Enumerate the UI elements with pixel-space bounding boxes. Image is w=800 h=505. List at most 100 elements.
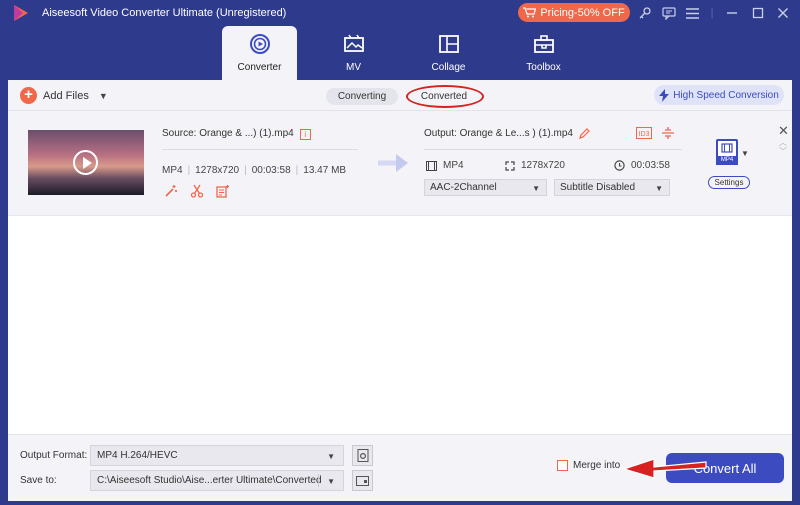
main-tabs: Converter MV Collage Toolbox [0, 26, 800, 80]
output-format-meta: MP4 [426, 160, 464, 171]
output-format-value: MP4 H.264/HEVC [97, 450, 178, 461]
clock-icon [614, 160, 625, 171]
enhance-icon[interactable] [216, 184, 230, 198]
play-icon[interactable] [73, 150, 98, 175]
compress-icon[interactable] [660, 127, 676, 139]
chevron-down-icon[interactable]: ﹀ [779, 146, 787, 157]
open-folder-button[interactable] [352, 470, 373, 491]
title-bar: Aiseesoft Video Converter Ultimate (Unre… [0, 0, 800, 26]
source-name-text: Source: Orange & ...) (1).mp4 [162, 128, 294, 139]
output-format-label: Output Format: [20, 450, 88, 461]
tab-label: Converter [237, 62, 282, 73]
resize-icon [505, 160, 515, 171]
cart-icon [523, 7, 537, 18]
folder-icon [356, 476, 369, 486]
bottom-bar: Output Format: MP4 H.264/HEVC ▼ Save to:… [8, 434, 792, 501]
save-to-value: C:\Aiseesoft Studio\Aise...erter Ultimat… [97, 475, 322, 486]
mv-icon [344, 34, 364, 52]
source-format: MP4 [162, 165, 183, 176]
divider [424, 149, 682, 150]
file-row: Source: Orange & ...) (1).mp4 i MP4 | 1278… [8, 111, 792, 216]
source-size: 13.47 MB [303, 165, 347, 176]
add-files-button[interactable]: + Add Files ▼ [20, 87, 108, 104]
merge-label: Merge into [573, 460, 621, 471]
output-name-text: Output: Orange & Le...s ) (1).mp4 [424, 128, 573, 139]
audio-track-value: AAC-2Channel [430, 182, 497, 193]
source-resolution: 1278x720 [195, 165, 240, 176]
minimize-icon[interactable] [723, 4, 741, 22]
collage-icon [439, 35, 459, 53]
format-settings-button[interactable] [352, 445, 373, 466]
key-icon[interactable] [636, 4, 654, 22]
output-icons: ID3 [636, 127, 676, 139]
converter-toolbar: + Add Files ▼ Converting Converted High … [8, 80, 792, 111]
subtitle-dropdown[interactable]: Subtitle Disabled ▼ [554, 179, 670, 196]
merge-option[interactable]: Merge into [557, 460, 620, 471]
info-icon[interactable]: i [299, 129, 311, 140]
output-resolution: 1278x720 [521, 160, 565, 171]
lightning-icon [659, 88, 670, 102]
id3-tag-icon[interactable]: ID3 [636, 127, 652, 139]
output-resolution-meta: 1278x720 [505, 160, 565, 171]
close-icon[interactable] [774, 4, 792, 22]
app-logo-icon [14, 5, 28, 21]
scissors-icon[interactable] [190, 184, 204, 198]
tab-label: Toolbox [526, 62, 561, 73]
source-duration: 00:03:58 [251, 165, 291, 176]
output-format: MP4 [443, 160, 464, 171]
tab-collage[interactable]: Collage [411, 26, 486, 80]
chevron-down-icon: ▼ [655, 184, 663, 193]
toolbox-icon [534, 35, 554, 53]
converter-icon [250, 34, 270, 54]
add-files-label: Add Files [43, 89, 89, 102]
arrow-right-icon [378, 154, 408, 172]
tab-converter[interactable]: Converter [222, 26, 297, 80]
video-thumbnail[interactable] [28, 130, 144, 195]
output-duration-meta: 00:03:58 [614, 160, 670, 171]
maximize-icon[interactable] [749, 4, 767, 22]
tab-label: Collage [431, 62, 466, 73]
chat-icon[interactable] [660, 4, 678, 22]
subtitle-value: Subtitle Disabled [560, 182, 636, 193]
settings-button[interactable]: Settings [708, 176, 750, 189]
high-speed-label: High Speed Conversion [673, 89, 779, 101]
save-to-select[interactable]: C:\Aiseesoft Studio\Aise...erter Ultimat… [90, 470, 344, 491]
converter-panel: + Add Files ▼ Converting Converted High … [8, 80, 792, 501]
chevron-down-icon: ▼ [327, 452, 335, 461]
audio-track-dropdown[interactable]: AAC-2Channel ▼ [424, 179, 547, 196]
source-meta: MP4 | 1278x720 | 00:03:58 | 13.47 MB [162, 165, 347, 176]
divider [318, 474, 319, 487]
edit-pencil-icon[interactable] [579, 128, 590, 139]
chevron-down-icon: ▼ [327, 477, 335, 486]
magic-wand-icon[interactable] [164, 184, 178, 198]
gear-icon [357, 449, 368, 462]
tab-converting[interactable]: Converting [326, 88, 398, 105]
film-icon [426, 160, 437, 171]
chevron-down-icon[interactable]: ▼ [741, 149, 749, 158]
film-icon [721, 143, 733, 153]
output-format-select[interactable]: MP4 H.264/HEVC ▼ [90, 445, 344, 466]
plus-icon: + [20, 87, 37, 104]
edit-tools [164, 184, 230, 198]
divider [162, 149, 358, 150]
svg-text:ID3: ID3 [639, 131, 650, 138]
chevron-down-icon[interactable]: ▼ [99, 91, 108, 101]
divider: | [710, 7, 714, 19]
pricing-button[interactable]: Pricing-50% OFF [518, 3, 630, 22]
annotation-arrow-icon [622, 458, 707, 479]
merge-checkbox[interactable] [557, 460, 568, 471]
output-file-name: Output: Orange & Le...s ) (1).mp4 [424, 128, 590, 139]
highlight-ellipse [406, 85, 484, 108]
output-format-badge[interactable]: MP4 [716, 139, 738, 165]
menu-icon[interactable] [683, 4, 701, 22]
high-speed-conversion-button[interactable]: High Speed Conversion [654, 85, 784, 105]
pricing-label: Pricing-50% OFF [540, 6, 625, 19]
app-title: Aiseesoft Video Converter Ultimate (Unre… [42, 7, 287, 19]
tab-mv[interactable]: MV [316, 26, 391, 80]
format-badge-label: MP4 [716, 156, 738, 165]
output-duration: 00:03:58 [631, 160, 670, 171]
tab-toolbox[interactable]: Toolbox [506, 26, 581, 80]
save-to-label: Save to: [20, 475, 57, 486]
chevron-down-icon: ▼ [532, 184, 540, 193]
tab-label: MV [346, 62, 361, 73]
